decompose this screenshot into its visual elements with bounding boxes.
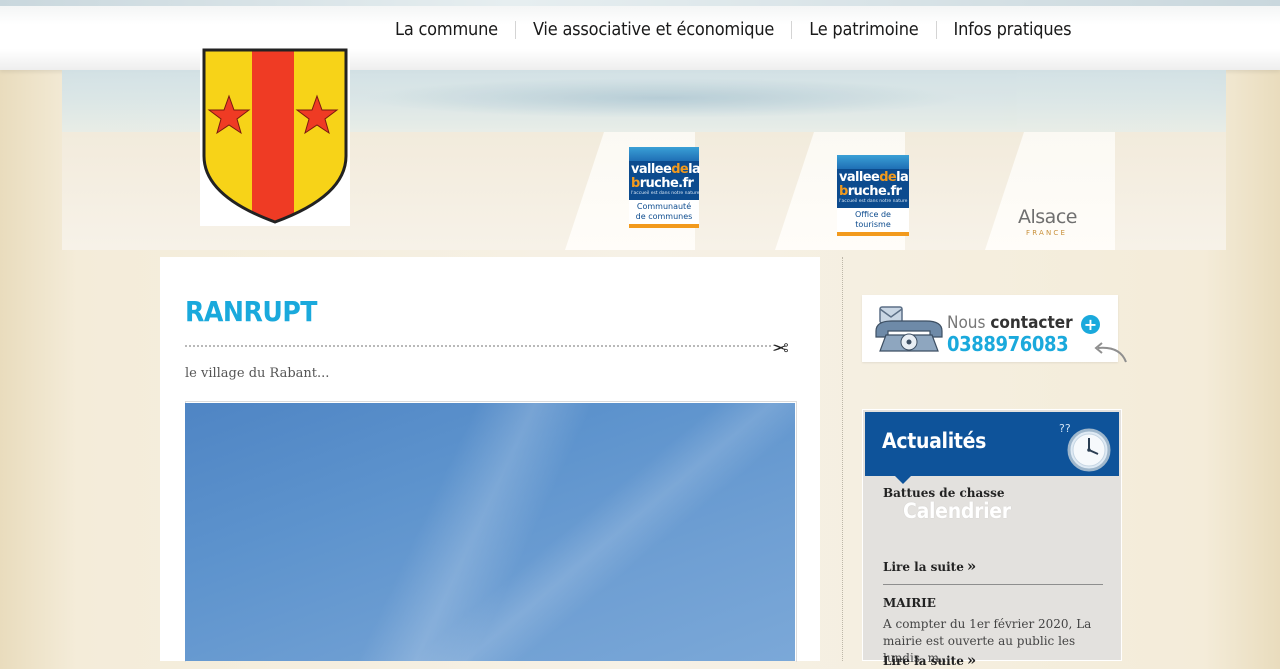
contact-plus-button[interactable]: + [1081,315,1100,334]
coat-of-arms-logo[interactable] [200,46,350,226]
nav-item-vie-associative[interactable]: Vie associative et économique [516,19,791,40]
logo-body: valleedela bruche.fr l'accueil est dans … [629,161,701,200]
top-navigation-bar: La commune Vie associative et économique… [0,0,1280,70]
main-content: RANRUPT ✂ le village du Rabant... [160,257,820,662]
logo-orange-bar [837,232,909,236]
read-more-label: Lire la suite [883,654,964,668]
logo-orange-bar [629,224,699,228]
logo-line2: bruche.fr [631,176,694,191]
logo-caption: Office de tourisme [837,208,909,232]
nav-item-la-commune[interactable]: La commune [378,19,515,40]
logo-line1: valleedela [631,162,701,177]
news-item-image-text[interactable]: Calendrier [903,499,1011,523]
contact-title-bold: contacter [990,313,1073,333]
nav-item-infos-pratiques[interactable]: Infos pratiques [937,19,1089,40]
scissors-icon: ✂ [772,336,789,360]
logo-caption-line1: Communauté [636,202,692,211]
news-header-pointer [895,476,911,484]
double-chevron-icon: » [966,651,977,669]
read-more-link[interactable]: Lire la suite» [883,557,976,575]
logo-caption-line2: de communes [635,212,693,221]
logo-tagline: l'accueil est dans notre nature [839,199,908,204]
logo-caption-text: Office de tourisme [855,210,891,229]
page-subtitle: le village du Rabant... [185,366,330,381]
contact-box[interactable]: Nous contacter + 0388976083 [862,295,1118,362]
logo-body: valleedela bruche.fr l'accueil est dans … [837,169,909,208]
alsace-logo-sub: FRANCE [1026,229,1068,237]
alsace-logo[interactable]: Alsace [1018,206,1077,228]
news-header: Actualités ?? [865,412,1119,476]
main-menu: La commune Vie associative et économique… [378,19,1088,40]
logo-line2: bruche.fr [839,184,902,199]
news-heading: Actualités [882,429,987,453]
logo-caption: Communauté de communes [629,200,699,224]
contact-title: Nous contacter [947,313,1073,333]
contact-phone-number[interactable]: 0388976083 [947,332,1069,356]
clock-icon: ?? [1057,418,1115,474]
news-separator [883,584,1103,585]
contact-title-light: Nous [947,313,986,333]
village-photo [185,403,795,661]
telephone-icon [872,301,946,355]
svg-text:??: ?? [1059,422,1071,435]
double-chevron-icon: » [966,557,977,575]
page-title: RANRUPT [185,295,317,328]
news-item-title[interactable]: MAIRIE [883,596,936,610]
sidebar-divider [842,257,843,661]
nav-item-le-patrimoine[interactable]: Le patrimoine [792,19,935,40]
news-item-title[interactable]: Battues de chasse [883,486,1004,500]
logo-waves [629,147,699,161]
logo-waves [837,155,909,169]
logo-line1: valleedela [839,170,909,185]
office-de-tourisme-logo[interactable]: valleedela bruche.fr l'accueil est dans … [837,155,909,236]
logo-tagline: l'accueil est dans notre nature [631,191,700,196]
read-more-link[interactable]: Lire la suite» [883,651,976,669]
news-panel: Actualités ?? Battues de chasse Calendri… [862,409,1122,669]
curved-arrow-icon [1090,340,1130,366]
communaute-de-communes-logo[interactable]: valleedela bruche.fr l'accueil est dans … [629,147,701,228]
title-divider [185,345,771,347]
read-more-label: Lire la suite [883,560,964,574]
